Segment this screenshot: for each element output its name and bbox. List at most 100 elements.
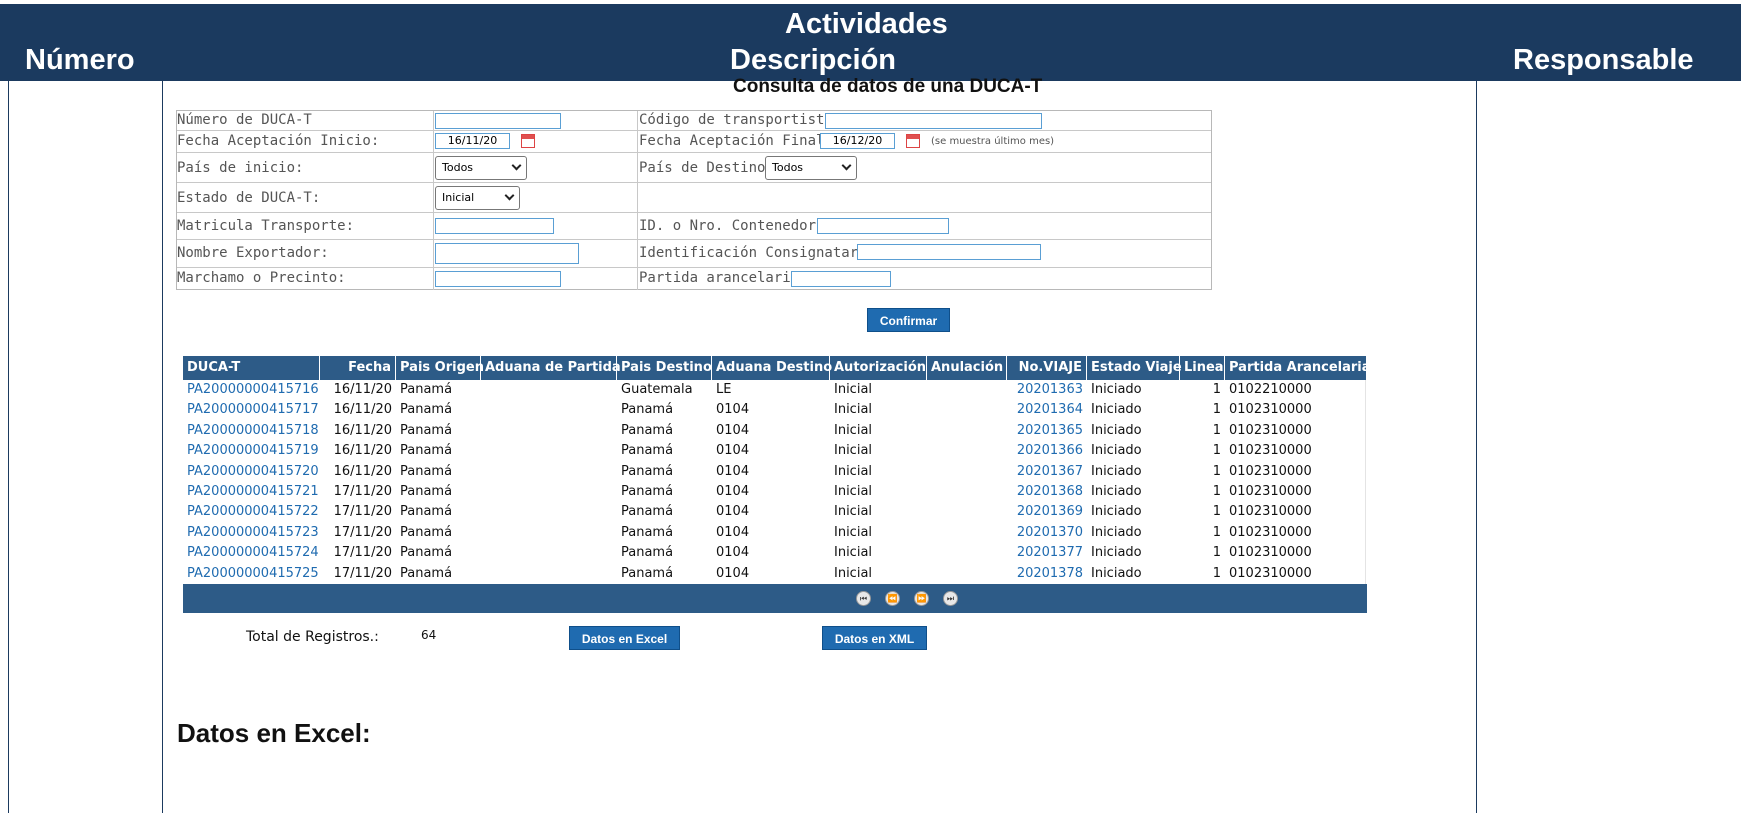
pais-origen-cell: Panamá xyxy=(400,484,453,499)
grid-col-pais-origen[interactable]: Pais Origen xyxy=(396,356,484,380)
calendar-icon[interactable] xyxy=(906,134,920,148)
estado-value: Inicial xyxy=(442,191,475,204)
pais-origen-cell: Panamá xyxy=(400,382,453,397)
marchamo-input[interactable] xyxy=(435,271,561,287)
estado-viaje-cell: Iniciado xyxy=(1091,422,1142,438)
fecha-hint: (se muestra último mes) xyxy=(931,136,1055,147)
pais-destino-cell: Panamá xyxy=(621,484,674,499)
linea-cell: 1 xyxy=(1212,443,1221,459)
estado-select[interactable]: Inicial xyxy=(435,186,520,210)
no-viaje-link[interactable]: 20201366 xyxy=(1007,441,1087,461)
pais-destino-cell: Panamá xyxy=(621,524,674,540)
grid-col-estado-viaje[interactable]: Estado Viaje xyxy=(1087,356,1182,380)
duca-link[interactable]: PA20000000415725 xyxy=(183,564,320,584)
anulacion-cell xyxy=(927,441,1007,461)
estado-viaje-cell: Iniciado xyxy=(1091,484,1142,499)
autorizacion-cell: Inicial xyxy=(834,545,873,561)
fecha-cell: 16/11/20 xyxy=(333,402,392,418)
fecha-inicio-label: Fecha Aceptación Inicio: xyxy=(177,133,380,149)
pais-inicio-select[interactable]: Todos xyxy=(435,156,527,180)
form-divider xyxy=(637,213,638,239)
anulacion-cell xyxy=(927,462,1007,482)
partida-cell: 0102310000 xyxy=(1229,504,1312,520)
contenedor-input[interactable] xyxy=(817,218,949,234)
no-viaje-link[interactable]: 20201377 xyxy=(1007,543,1087,563)
chevron-down-icon xyxy=(841,160,852,171)
no-viaje-link[interactable]: 20201367 xyxy=(1007,462,1087,482)
table-row: PA20000000415723 17/11/20 Panamá Panamá 0104… xyxy=(183,523,1367,543)
matricula-input[interactable] xyxy=(435,218,554,234)
fecha-cell: 16/11/20 xyxy=(333,463,392,479)
grid-col-partida[interactable]: Partida Arancelaria xyxy=(1225,356,1371,380)
last-page-icon[interactable]: ⏭ xyxy=(943,591,958,606)
column-header-actividades: Actividades xyxy=(785,8,948,40)
header-top-border xyxy=(0,0,1741,4)
no-viaje-link[interactable]: 20201368 xyxy=(1007,482,1087,502)
duca-link[interactable]: PA20000000415720 xyxy=(183,462,320,482)
estado-viaje-cell: Iniciado xyxy=(1091,524,1142,540)
fecha-final-input[interactable]: 16/12/20 xyxy=(820,133,895,149)
aduana-partida-cell xyxy=(481,441,617,461)
grid-col-aduana-destino[interactable]: Aduana Destino xyxy=(712,356,832,380)
codigo-transportista-input[interactable] xyxy=(825,113,1042,129)
fecha-final-label: Fecha Aceptación Final: xyxy=(639,133,833,149)
grid-col-aduana-partida[interactable]: Aduana de Partida xyxy=(481,356,621,380)
exportador-label: Nombre Exportador: xyxy=(177,245,329,261)
aduana-partida-cell xyxy=(481,543,617,563)
grid-col-duca[interactable]: DUCA-T xyxy=(183,356,320,380)
anulacion-cell xyxy=(927,482,1007,502)
anulacion-cell xyxy=(927,523,1007,543)
table-row: PA20000000415725 17/11/20 Panamá Panamá 0104… xyxy=(183,564,1367,584)
no-viaje-link[interactable]: 20201378 xyxy=(1007,564,1087,584)
grid-col-no-viaje[interactable]: No.VIAJE xyxy=(1007,356,1087,380)
estado-viaje-cell: Iniciado xyxy=(1091,504,1142,520)
pais-origen-cell: Panamá xyxy=(400,504,453,520)
no-viaje-link[interactable]: 20201365 xyxy=(1007,421,1087,441)
calendar-icon[interactable] xyxy=(521,134,535,148)
duca-link[interactable]: PA20000000415722 xyxy=(183,502,320,522)
pais-destino-select[interactable]: Todos xyxy=(765,156,857,180)
no-viaje-link[interactable]: 20201364 xyxy=(1007,400,1087,420)
exportador-input[interactable] xyxy=(435,243,579,264)
autorizacion-cell: Inicial xyxy=(834,524,873,540)
duca-link[interactable]: PA20000000415717 xyxy=(183,400,320,420)
estado-viaje-cell: Iniciado xyxy=(1091,463,1142,479)
prev-page-icon[interactable]: ⏪ xyxy=(885,591,900,606)
autorizacion-cell: Inicial xyxy=(834,402,873,418)
duca-link[interactable]: PA20000000415723 xyxy=(183,523,320,543)
no-viaje-link[interactable]: 20201363 xyxy=(1007,380,1087,400)
grid-col-autorizacion[interactable]: Autorización xyxy=(830,356,927,380)
fecha-inicio-input[interactable]: 16/11/20 xyxy=(435,133,510,149)
no-viaje-link[interactable]: 20201369 xyxy=(1007,502,1087,522)
pais-destino-label: País de Destino: xyxy=(639,160,774,176)
partida-cell: 0102310000 xyxy=(1229,484,1312,499)
confirm-button[interactable]: Confirmar xyxy=(867,308,950,332)
partida-input[interactable] xyxy=(791,271,891,287)
grid-col-linea[interactable]: Linea xyxy=(1180,356,1225,380)
excel-button[interactable]: Datos en Excel xyxy=(569,626,680,650)
xml-button[interactable]: Datos en XML xyxy=(822,626,927,650)
consignatario-input[interactable] xyxy=(857,244,1041,260)
aduana-destino-cell: 0104 xyxy=(716,402,750,418)
pais-origen-cell: Panamá xyxy=(400,545,453,561)
partida-cell: 0102310000 xyxy=(1229,463,1312,479)
duca-link[interactable]: PA20000000415718 xyxy=(183,421,320,441)
pais-destino-cell: Panamá xyxy=(621,463,674,479)
grid-col-pais-destino[interactable]: Pais Destino xyxy=(617,356,712,380)
aduana-partida-cell xyxy=(481,564,617,584)
grid-col-anulacion[interactable]: Anulación xyxy=(927,356,1007,380)
no-viaje-link[interactable]: 20201370 xyxy=(1007,523,1087,543)
duca-link[interactable]: PA20000000415721 xyxy=(183,482,320,502)
column-header-responsable: Responsable xyxy=(1513,44,1694,76)
duca-link[interactable]: PA20000000415716 xyxy=(183,380,320,400)
next-page-icon[interactable]: ⏩ xyxy=(914,591,929,606)
first-page-icon[interactable]: ⏮ xyxy=(856,591,871,606)
column-header-numero: Número xyxy=(25,44,135,76)
duca-link[interactable]: PA20000000415719 xyxy=(183,441,320,461)
form-divider xyxy=(637,183,638,212)
aduana-destino-cell: 0104 xyxy=(716,524,750,540)
duca-link[interactable]: PA20000000415724 xyxy=(183,543,320,563)
grid-col-fecha[interactable]: Fecha xyxy=(320,356,396,380)
numero-duca-input[interactable] xyxy=(435,113,561,129)
form-divider xyxy=(433,111,434,130)
